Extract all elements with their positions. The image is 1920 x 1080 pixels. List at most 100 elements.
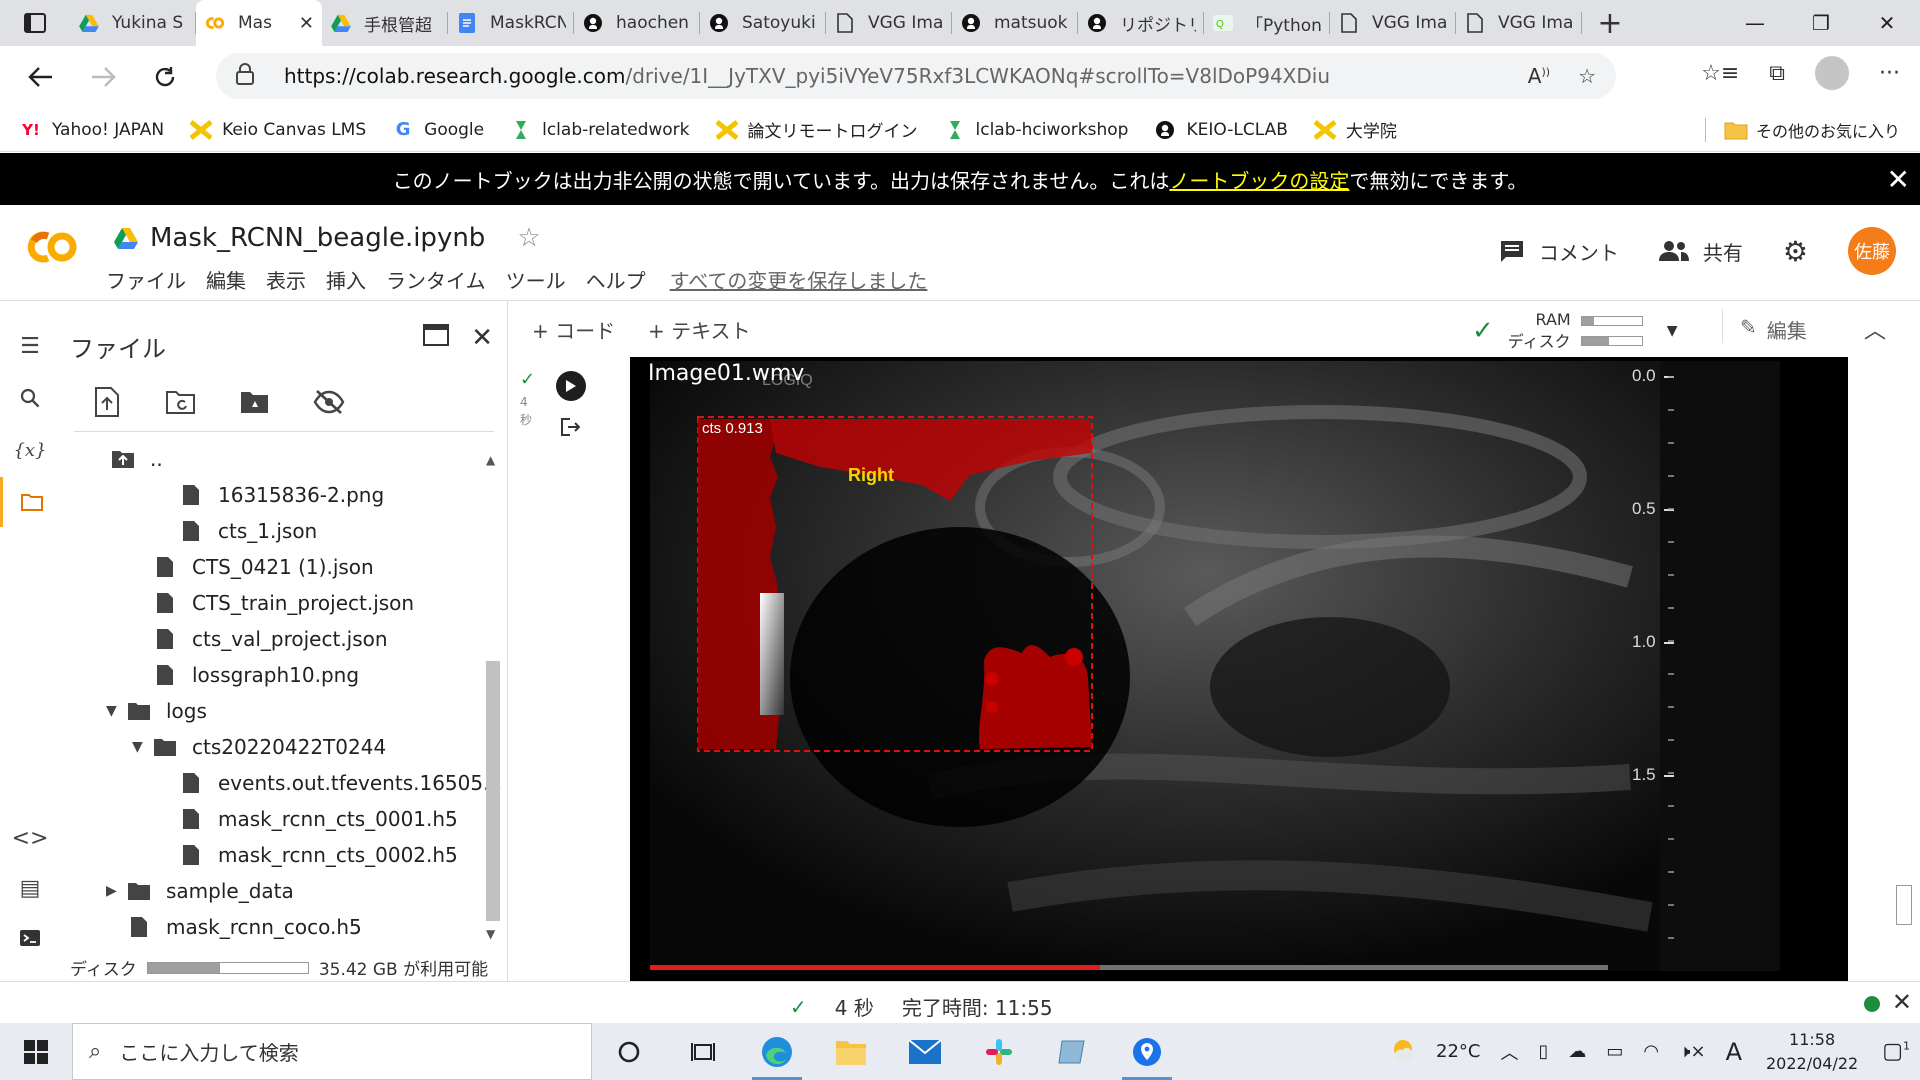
forward-button[interactable] bbox=[72, 51, 134, 103]
runtime-dropdown-icon[interactable]: ▼ bbox=[1667, 323, 1678, 339]
menu-item[interactable]: 挿入 bbox=[326, 265, 366, 294]
browser-tab[interactable]: Satoyuki bbox=[700, 0, 826, 46]
colab-logo[interactable] bbox=[22, 227, 82, 267]
onedrive-cloud-icon[interactable]: ☁ bbox=[1568, 1041, 1586, 1062]
browser-tab[interactable]: VGG Ima bbox=[826, 0, 952, 46]
add-code-cell-button[interactable]: + コード bbox=[532, 315, 615, 344]
weather-temperature[interactable]: 22°C bbox=[1436, 1041, 1480, 1062]
chevron-up-icon[interactable]: ︿ bbox=[1500, 1039, 1518, 1065]
cortana-button[interactable] bbox=[592, 1023, 666, 1080]
file-item[interactable]: mask_rcnn_coco.h5 bbox=[106, 909, 362, 945]
speaker-muted-icon[interactable]: 🕨× bbox=[1679, 1041, 1705, 1062]
bookmark-item[interactable]: Keio Canvas LMS bbox=[190, 117, 366, 142]
bookmark-item[interactable]: G Google bbox=[392, 117, 484, 142]
bookmark-item[interactable]: 大学院 bbox=[1313, 117, 1397, 142]
comment-button[interactable]: コメント bbox=[1499, 237, 1619, 266]
weather-icon[interactable] bbox=[1390, 1036, 1416, 1067]
bookmark-item[interactable]: KEIO-LCLAB bbox=[1154, 117, 1288, 142]
ime-indicator[interactable]: A bbox=[1726, 1038, 1742, 1066]
address-bar[interactable]: https://colab.research.google.com/drive/… bbox=[216, 53, 1616, 99]
back-button[interactable] bbox=[10, 51, 72, 103]
folder-item[interactable]: ▶ sample_data bbox=[106, 873, 294, 909]
browser-tab[interactable]: VGG Ima bbox=[1456, 0, 1582, 46]
code-snippets-icon[interactable]: <> bbox=[0, 813, 60, 863]
file-panel-scroll-thumb[interactable] bbox=[486, 661, 500, 921]
collapse-header-icon[interactable]: ︿ bbox=[1864, 313, 1886, 345]
close-panel-icon[interactable]: ✕ bbox=[471, 323, 493, 353]
lock-icon[interactable] bbox=[236, 62, 266, 90]
mail-taskbar-app[interactable] bbox=[888, 1023, 962, 1080]
bookmark-item[interactable]: Y! Yahoo! JAPAN bbox=[20, 117, 164, 142]
file-item[interactable]: CTS_train_project.json bbox=[132, 585, 414, 621]
command-palette-icon[interactable]: ▤ bbox=[0, 863, 60, 913]
bookmark-item[interactable]: lclab-relatedwork bbox=[510, 117, 690, 142]
close-tab-icon[interactable]: ✕ bbox=[293, 13, 314, 34]
bookmark-item[interactable]: lclab-hciworkshop bbox=[944, 117, 1128, 142]
start-button[interactable] bbox=[0, 1023, 72, 1080]
terminal-icon[interactable] bbox=[0, 913, 60, 963]
file-item[interactable]: events.out.tfevents.16505... bbox=[158, 765, 502, 801]
table-of-contents-icon[interactable]: ☰ bbox=[0, 321, 60, 371]
file-item[interactable]: mask_rcnn_cts_0002.h5 bbox=[158, 837, 458, 873]
more-menu-icon[interactable]: ··· bbox=[1879, 61, 1900, 86]
battery-icon[interactable]: ▭ bbox=[1606, 1041, 1623, 1062]
parent-folder-item[interactable]: .. bbox=[90, 441, 163, 477]
edit-button[interactable]: ✎ 編集 bbox=[1722, 309, 1807, 344]
mount-drive-icon[interactable] bbox=[238, 385, 272, 419]
taskbar-clock[interactable]: 11:58 2022/04/22 bbox=[1766, 1028, 1858, 1076]
minimize-button[interactable]: — bbox=[1722, 0, 1788, 46]
menu-item[interactable]: 表示 bbox=[266, 265, 306, 294]
browser-tab[interactable]: VGG Ima bbox=[1330, 0, 1456, 46]
edge-taskbar-app[interactable] bbox=[740, 1023, 814, 1080]
files-folder-icon[interactable] bbox=[0, 477, 60, 527]
search-icon[interactable] bbox=[0, 373, 60, 423]
share-button[interactable]: 共有 bbox=[1658, 237, 1743, 266]
folder-item[interactable]: ▼ cts20220422T0244 bbox=[132, 729, 386, 765]
browser-tab[interactable]: Mas ✕ bbox=[196, 0, 322, 46]
collections-icon[interactable]: ⧉ bbox=[1769, 61, 1785, 86]
run-cell-button[interactable] bbox=[556, 371, 586, 401]
file-item[interactable]: cts_val_project.json bbox=[132, 621, 388, 657]
settings-gear-icon[interactable]: ⚙ bbox=[1783, 235, 1808, 268]
star-icon[interactable]: ☆ bbox=[517, 223, 540, 253]
browser-tab[interactable]: haochen bbox=[574, 0, 700, 46]
video-output[interactable]: LOGIQ 0.0 0.5 1.0 1.5 cts 0.913 Right Image… bbox=[630, 357, 1848, 983]
slack-taskbar-app[interactable] bbox=[962, 1023, 1036, 1080]
file-item[interactable]: lossgraph10.png bbox=[132, 657, 359, 693]
save-status[interactable]: すべての変更を保存しました bbox=[670, 265, 928, 294]
other-favorites-folder[interactable]: その他のお気に入り bbox=[1724, 118, 1900, 142]
profile-avatar[interactable] bbox=[1815, 56, 1850, 90]
close-window-button[interactable]: ✕ bbox=[1854, 0, 1920, 46]
menu-item[interactable]: ヘルプ bbox=[586, 265, 646, 294]
hide-files-icon[interactable] bbox=[312, 385, 346, 419]
browser-tab[interactable]: MaskRCN bbox=[448, 0, 574, 46]
banner-close-icon[interactable]: ✕ bbox=[1887, 163, 1910, 196]
file-explorer-taskbar-app[interactable] bbox=[814, 1023, 888, 1080]
upload-file-icon[interactable] bbox=[90, 385, 124, 419]
new-tab-button[interactable]: + bbox=[1582, 6, 1638, 41]
runtime-resources[interactable]: ✓ RAM ディスク ▼ bbox=[1472, 309, 1677, 353]
restore-button[interactable]: ❐ bbox=[1788, 0, 1854, 46]
file-panel-scrollbar[interactable]: ▲ ▼ bbox=[484, 453, 500, 941]
file-item[interactable]: cts_1.json bbox=[158, 513, 317, 549]
browser-tab[interactable]: リポジトリ bbox=[1078, 0, 1204, 46]
user-avatar[interactable]: 佐藤 bbox=[1848, 227, 1896, 275]
menu-item[interactable]: 編集 bbox=[206, 265, 246, 294]
menu-item[interactable]: ファイル bbox=[106, 265, 186, 294]
browser-tab[interactable]: Yukina S bbox=[70, 0, 196, 46]
notebook-scrollbar[interactable] bbox=[1890, 355, 1920, 981]
notebook-title[interactable]: Mask_RCNN_beagle.ipynb bbox=[150, 223, 485, 253]
output-actions-icon[interactable] bbox=[560, 417, 581, 442]
menu-item[interactable]: ツール bbox=[506, 265, 566, 294]
expand-arrow-icon[interactable]: ▼ bbox=[132, 739, 152, 755]
browser-tab[interactable]: matsuok bbox=[952, 0, 1078, 46]
task-view-button[interactable] bbox=[666, 1023, 740, 1080]
add-favorite-icon[interactable]: ☆ bbox=[1578, 64, 1596, 88]
notebook-scroll-thumb[interactable] bbox=[1896, 885, 1912, 925]
browser-tab[interactable]: Q 「Python bbox=[1204, 0, 1330, 46]
notebook-settings-link[interactable]: ノートブックの設定 bbox=[1169, 165, 1349, 194]
status-close-icon[interactable]: ✕ bbox=[1892, 988, 1912, 1016]
tab-actions-menu[interactable] bbox=[0, 0, 70, 46]
notification-icon[interactable]: ▢1 bbox=[1882, 1039, 1910, 1064]
file-item[interactable]: 16315836-2.png bbox=[158, 477, 384, 513]
